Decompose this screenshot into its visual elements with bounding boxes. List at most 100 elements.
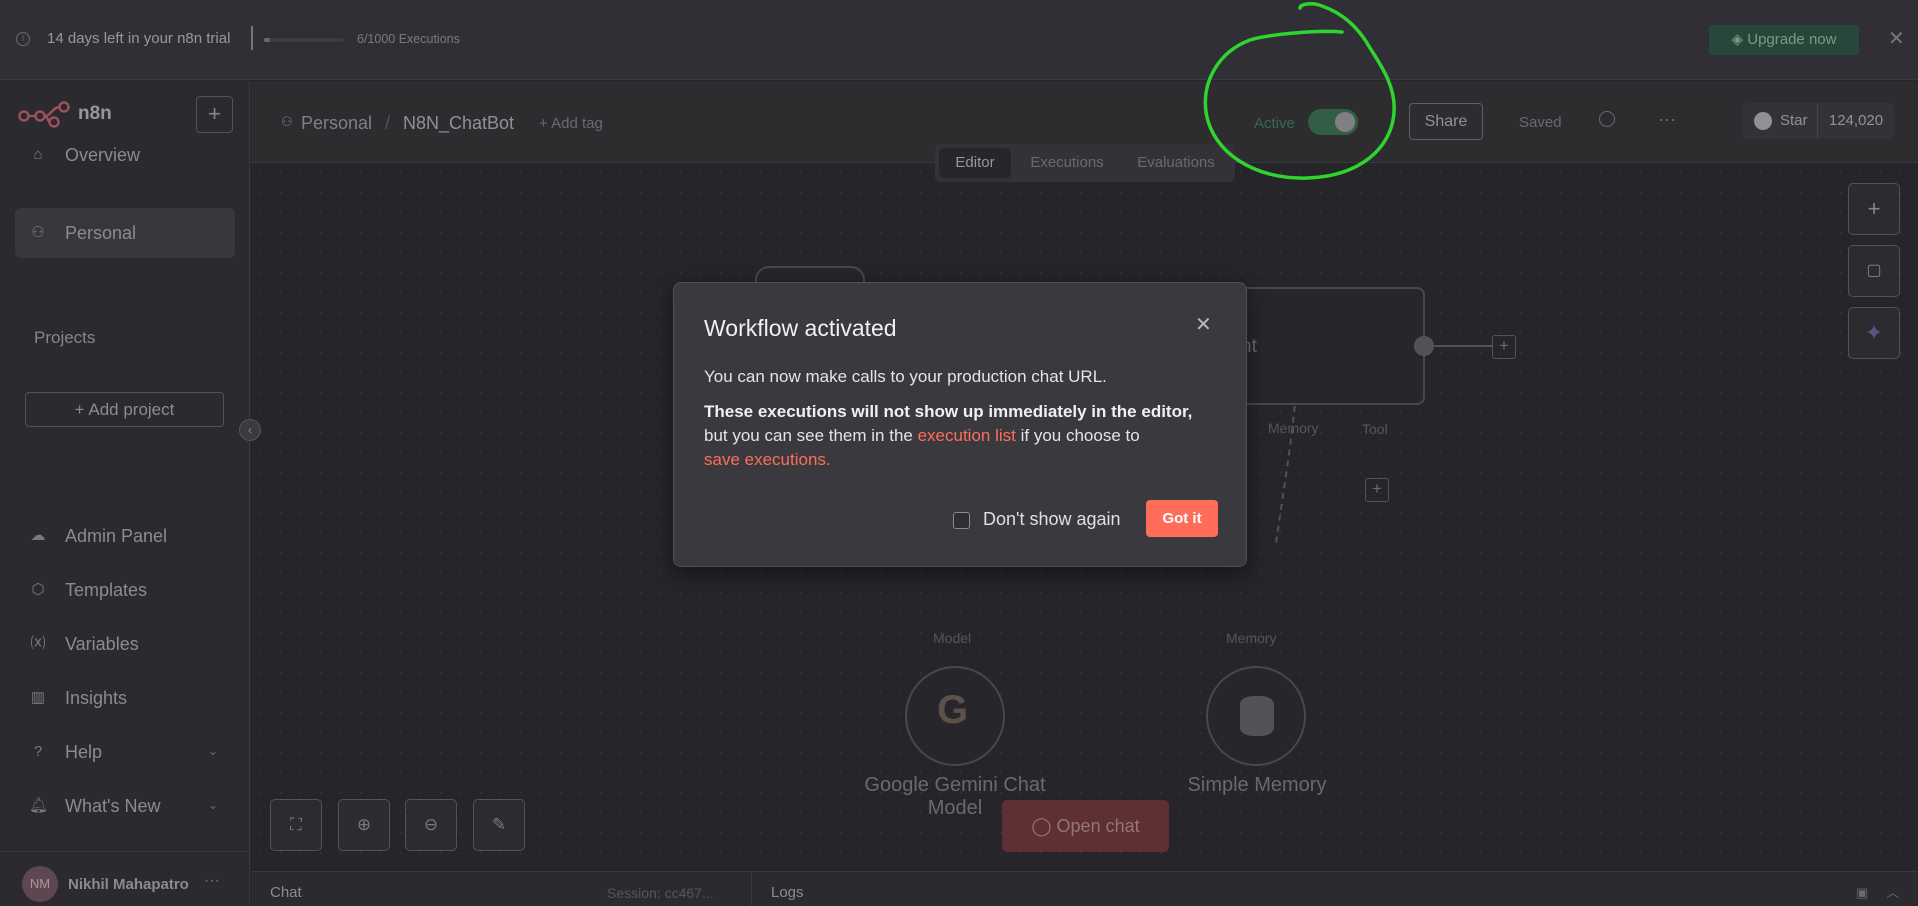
view-tabs: Editor Executions Evaluations — [935, 144, 1235, 182]
dont-show-again-label[interactable]: Don't show again — [983, 509, 1121, 530]
popout-icon[interactable]: ▣ — [1856, 885, 1868, 900]
sidebar-item-help[interactable]: ? Help ⌄ — [15, 727, 235, 777]
tidy-up-icon[interactable]: ✎ — [473, 799, 525, 851]
variable-icon: ⒳ — [30, 635, 46, 652]
dialog-title: Workflow activated — [704, 315, 897, 341]
collapse-sidebar-icon[interactable]: ‹ — [239, 419, 261, 441]
close-icon[interactable]: ✕ — [1888, 26, 1905, 51]
sidebar-item-overview[interactable]: ⌂ Overview — [15, 130, 235, 180]
workflow-name[interactable]: N8N_ChatBot — [403, 113, 514, 134]
zoom-in-icon[interactable]: ⊕ — [338, 799, 390, 851]
diamond-icon: ◈ — [1731, 31, 1748, 48]
home-icon: ⌂ — [33, 146, 43, 163]
trial-text: 14 days left in your n8n trial — [47, 30, 231, 47]
sidebar-item-label: Help — [65, 742, 103, 762]
ai-agent-node[interactable]: nt — [1235, 287, 1425, 405]
avatar: NM — [22, 866, 58, 902]
dialog-note: These executions will not show up immedi… — [704, 400, 1224, 472]
logs-panel-label[interactable]: Logs — [771, 884, 804, 901]
help-icon: ? — [33, 743, 43, 760]
add-project-button[interactable]: + Add project — [25, 392, 224, 427]
dialog-note-bold: These executions will not show up immedi… — [704, 402, 1193, 421]
sidebar-item-label: What's New — [65, 796, 161, 816]
sidebar-item-insights[interactable]: ▥ Insights — [15, 673, 235, 723]
saved-status: Saved — [1519, 114, 1562, 131]
create-new-button[interactable]: + — [196, 96, 233, 133]
upgrade-label: Upgrade now — [1747, 31, 1837, 48]
dialog-note-text: if you choose to — [1015, 426, 1140, 445]
sidebar-item-personal[interactable]: ⚇ Personal — [15, 208, 235, 258]
executions-progress-bar — [264, 38, 344, 42]
save-executions-link[interactable]: save executions. — [704, 450, 831, 469]
model-connector-label: Model — [933, 630, 972, 646]
executions-count: 6/1000 Executions — [357, 32, 460, 46]
tab-executions[interactable]: Executions — [1015, 148, 1119, 178]
sidebar-item-label: Admin Panel — [65, 526, 168, 546]
sidebar-item-variables[interactable]: ⒳ Variables — [15, 619, 235, 669]
tab-evaluations[interactable]: Evaluations — [1123, 148, 1229, 178]
banner-divider — [251, 26, 253, 50]
simple-memory-node[interactable] — [1206, 666, 1306, 766]
open-chat-label: Open chat — [1056, 816, 1140, 836]
session-label: Session: cc467... — [607, 885, 714, 901]
database-icon — [1240, 696, 1274, 736]
sticky-note-icon[interactable]: ▢ — [1848, 245, 1900, 297]
github-star-count: 124,020 — [1828, 112, 1884, 129]
dialog-note-text: but you can see them in the — [704, 426, 918, 445]
bell-icon: 🔔︎ — [29, 797, 49, 814]
github-star-widget[interactable]: Star 124,020 — [1742, 103, 1894, 139]
sidebar-item-label: Variables — [65, 634, 139, 654]
add-next-node-button[interactable]: + — [1492, 335, 1516, 359]
bottom-panel: Chat Session: cc467... Logs ▣ ︿ — [251, 871, 1918, 906]
panel-divider — [751, 872, 752, 906]
history-icon[interactable] — [1599, 111, 1615, 127]
breadcrumb-project[interactable]: Personal — [301, 113, 372, 134]
sidebar-item-templates[interactable]: ⬡ Templates — [15, 565, 235, 615]
add-node-icon[interactable]: + — [1848, 183, 1900, 235]
user-icon: ⚇ — [281, 114, 293, 129]
share-button[interactable]: Share — [1409, 103, 1483, 140]
user-menu[interactable]: NM Nikhil Mahapatro ··· — [0, 851, 250, 906]
open-chat-button[interactable]: ◯ Open chat — [1002, 800, 1169, 852]
active-toggle[interactable] — [1308, 109, 1358, 135]
agent-output-handle[interactable] — [1414, 336, 1434, 356]
sidebar-item-admin-panel[interactable]: ☁ Admin Panel — [15, 511, 235, 561]
zoom-out-icon[interactable]: ⊖ — [405, 799, 457, 851]
ai-assistant-icon[interactable]: ✦ — [1848, 307, 1900, 359]
gemini-model-node[interactable]: G — [905, 666, 1005, 766]
add-tool-button[interactable]: + — [1365, 478, 1389, 502]
executions-progress-fill — [264, 38, 270, 42]
more-options-icon[interactable]: ··· — [204, 872, 220, 890]
chevron-down-icon: ⌄ — [208, 744, 219, 758]
add-tag-button[interactable]: + Add tag — [539, 115, 603, 132]
sidebar-item-label: Insights — [65, 688, 128, 708]
memory-connector-label: Memory — [1268, 420, 1319, 436]
google-icon: G — [937, 688, 969, 732]
execution-list-link[interactable]: execution list — [918, 426, 1016, 445]
active-label: Active — [1254, 115, 1295, 132]
sidebar-item-label: Templates — [65, 580, 148, 600]
workflow-activated-dialog: Workflow activated ✕ You can now make ca… — [673, 282, 1247, 567]
memory-connector-label: Memory — [1226, 630, 1277, 646]
sidebar-item-whats-new[interactable]: 🔔︎ What's New ⌄ — [15, 781, 235, 831]
chevron-up-icon[interactable]: ︿ — [1886, 885, 1899, 900]
fit-view-icon[interactable]: ⛶ — [270, 799, 322, 851]
dialog-message: You can now make calls to your productio… — [704, 367, 1107, 386]
sidebar: n8n + ⌂ Overview ⚇ Personal Projects + A… — [0, 81, 250, 906]
close-icon[interactable]: ✕ — [1195, 312, 1212, 337]
tab-editor[interactable]: Editor — [939, 148, 1011, 178]
github-star-button[interactable]: Star — [1742, 103, 1818, 139]
breadcrumb-separator: / — [385, 113, 391, 133]
user-name: Nikhil Mahapatro — [68, 876, 189, 893]
sidebar-item-label: Personal — [65, 223, 137, 243]
more-options-icon[interactable]: ··· — [1658, 109, 1676, 130]
projects-heading: Projects — [34, 328, 96, 347]
dont-show-again-checkbox[interactable] — [953, 512, 970, 529]
box-icon: ⬡ — [31, 581, 45, 598]
tool-connector-label: Tool — [1362, 421, 1388, 437]
got-it-button[interactable]: Got it — [1146, 500, 1218, 537]
upgrade-now-button[interactable]: ◈ Upgrade now — [1709, 25, 1859, 55]
info-icon: i — [16, 32, 30, 46]
chat-panel-label[interactable]: Chat — [270, 884, 302, 901]
chat-bubble-icon: ◯ — [1031, 816, 1057, 836]
